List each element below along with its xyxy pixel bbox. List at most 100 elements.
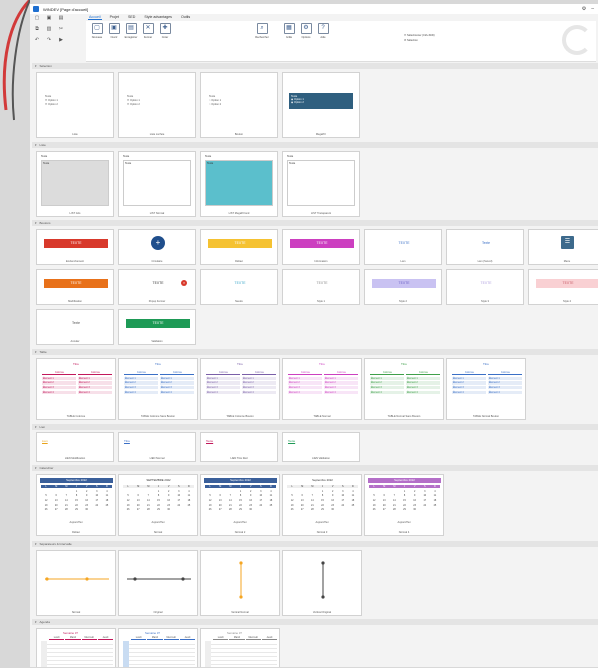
ribbon-button[interactable]: ▦ Grille	[282, 23, 296, 39]
calendar-day[interactable]: 21	[389, 504, 399, 507]
calendar-day[interactable]: 21	[307, 504, 317, 507]
calendar-day[interactable]	[92, 508, 102, 511]
template-button[interactable]: Texte	[44, 319, 108, 328]
calendar-day[interactable]: 8	[399, 494, 409, 497]
calendar-day[interactable]: 27	[379, 508, 389, 511]
calendar-day[interactable]: 21	[61, 504, 71, 507]
calendar-day[interactable]: 20	[379, 504, 389, 507]
agenda-grid[interactable]	[123, 641, 195, 667]
calendar-day[interactable]: 30	[164, 508, 174, 511]
agenda-day[interactable]: Mardi	[147, 636, 163, 640]
template-card[interactable]: LIEN Validation Texte	[282, 432, 360, 462]
calendar-day[interactable]: 30	[328, 508, 338, 511]
calendar-day[interactable]: 16	[164, 499, 174, 502]
collapse-icon[interactable]: ▾	[35, 143, 37, 147]
calendar-day[interactable]: 4	[184, 490, 194, 493]
template-card[interactable]: Style 2 TEXTE	[364, 269, 442, 305]
template-card[interactable]: Semaine 37 Lundi Mardi Mercredi Jeudi	[36, 628, 116, 667]
calendar-day[interactable]: 29	[71, 508, 81, 511]
calendar-day[interactable]: 26	[287, 508, 297, 511]
calendar-day[interactable]: 23	[82, 504, 92, 507]
section-header[interactable]: ▾ Agenda	[32, 619, 598, 625]
calendar-day[interactable]: 27	[51, 508, 61, 511]
option-item[interactable]: ○ Option 2	[209, 103, 221, 107]
calendar-day[interactable]: 19	[123, 504, 133, 507]
calendar-day[interactable]: 12	[205, 499, 215, 502]
calendar-day[interactable]: 7	[61, 494, 71, 497]
calendar-day[interactable]: 27	[215, 508, 225, 511]
calendar-day[interactable]: 2	[82, 490, 92, 493]
table-grid[interactable]: Colonne Colonne Élément 1 Élément 1 Élément …	[452, 371, 522, 405]
agenda-day[interactable]: Mercredi	[245, 636, 261, 640]
calendar-day[interactable]: 20	[51, 504, 61, 507]
calendar-day[interactable]: 13	[133, 499, 143, 502]
template-card[interactable]: Normal SEPTEMBRE 2022 L M M J V S D 1 2 3 4 5 6 7 8 9 10 11…	[118, 474, 198, 536]
calendar-day[interactable]: 25	[266, 504, 276, 507]
calendar-day[interactable]: 1	[399, 490, 409, 493]
calendar-day[interactable]: 28	[61, 508, 71, 511]
calendar-day[interactable]: 9	[82, 494, 92, 497]
template-card[interactable]: Défaut Septembre 2022 L M M J V S D 1 2 3 4 5 6 7 8 9 10 11…	[36, 474, 116, 536]
calendar-day[interactable]: 22	[399, 504, 409, 507]
calendar-day[interactable]: 18	[430, 499, 440, 502]
template-card[interactable]: Lien TEXTE	[364, 229, 442, 265]
calendar-day[interactable]: 23	[328, 504, 338, 507]
table-grid[interactable]: Colonne Colonne Élément 1 Élément 1 Élément …	[124, 371, 194, 405]
template-card[interactable]: Normal	[36, 550, 116, 616]
separator-handle[interactable]	[239, 561, 243, 565]
table-row[interactable]: Élément 1 Élément 1	[124, 376, 194, 380]
template-card[interactable]: Liste Texte ☐ Option 1 ☐ Option 2	[36, 72, 114, 138]
calendar-day[interactable]: 14	[61, 499, 71, 502]
list-item[interactable]: Texte	[207, 162, 271, 165]
calendar-day[interactable]: 30	[410, 508, 420, 511]
calendar-day[interactable]: 7	[389, 494, 399, 497]
calendar-day[interactable]: 17	[338, 499, 348, 502]
template-card[interactable]: LIST Gris Texte Texte	[36, 151, 114, 217]
template-card[interactable]: Normal 4 Septembre 2022 L M M J V S D 1 2 3 4 5 6 7 8 9 10…	[364, 474, 444, 536]
template-card[interactable]: Popup Fermer TEXTE ×	[118, 269, 196, 305]
table-row[interactable]: Élément 4 Élément 4	[206, 390, 276, 394]
calendar-day[interactable]: 21	[225, 504, 235, 507]
column-header[interactable]: Colonne	[488, 371, 522, 376]
agenda-day[interactable]: Mercredi	[163, 636, 179, 640]
calendar-day[interactable]: 26	[205, 508, 215, 511]
ribbon-button[interactable]: ✕ Fermer	[141, 23, 155, 39]
template-button[interactable]: TEXTE	[372, 279, 436, 288]
calendar-day[interactable]: 11	[102, 494, 112, 497]
calendar-month[interactable]: SEPTEMBRE 2022	[122, 478, 195, 483]
ribbon-button[interactable]: ▤ Enregistrer	[124, 23, 138, 39]
table-row[interactable]: Élément 1 Élément 1	[42, 376, 112, 380]
calendar-day[interactable]: 25	[102, 504, 112, 507]
template-card[interactable]: LIEN Normal Titre	[118, 432, 196, 462]
collapse-icon[interactable]: ▾	[35, 64, 37, 68]
separator-handle[interactable]	[85, 577, 89, 581]
calendar-day[interactable]: 4	[348, 490, 358, 493]
template-card[interactable]: Normal 2 Septembre 2022 L M M J V S D 1 2 3 4 5 6 7 8 9 10…	[200, 474, 280, 536]
link-text[interactable]: Texte	[288, 439, 295, 443]
link-text[interactable]: Lien	[42, 439, 48, 443]
calendar-day[interactable]: 11	[184, 494, 194, 497]
calendar-day[interactable]: 8	[153, 494, 163, 497]
template-card[interactable]: Lien (Survol) Texte	[446, 229, 524, 265]
separator-handle[interactable]	[133, 577, 137, 581]
section-header[interactable]: ▾ Boutons	[32, 220, 598, 226]
table-row[interactable]: Élément 1 Élément 1	[452, 376, 522, 380]
calendar-day[interactable]: 3	[174, 490, 184, 493]
template-button[interactable]: TEXTE	[536, 279, 598, 288]
section-header[interactable]: ▾ Lien	[32, 424, 598, 430]
template-card[interactable]: Vertical Normal	[200, 550, 280, 616]
template-card[interactable]: Semaine 37 Lundi Mardi Mercredi Jeudi	[118, 628, 198, 667]
calendar-day[interactable]: 22	[153, 504, 163, 507]
template-card[interactable]: Original	[118, 550, 198, 616]
option-item[interactable]: ☐ Option 2	[127, 103, 140, 107]
calendar-day[interactable]	[102, 508, 112, 511]
template-card[interactable]: TABLE Normal Bouton Titre Colonne Colonne Él…	[446, 358, 526, 420]
calendar-day[interactable]: 1	[235, 490, 245, 493]
template-button[interactable]: TEXTE	[372, 239, 436, 248]
calendar-day[interactable]: 25	[184, 504, 194, 507]
table-row[interactable]: Élément 4 Élément 4	[288, 390, 358, 394]
calendar-day[interactable]	[61, 490, 71, 493]
collapse-icon[interactable]: ▾	[35, 425, 37, 429]
calendar-day[interactable]: 1	[317, 490, 327, 493]
column-header[interactable]: Colonne	[160, 371, 194, 376]
